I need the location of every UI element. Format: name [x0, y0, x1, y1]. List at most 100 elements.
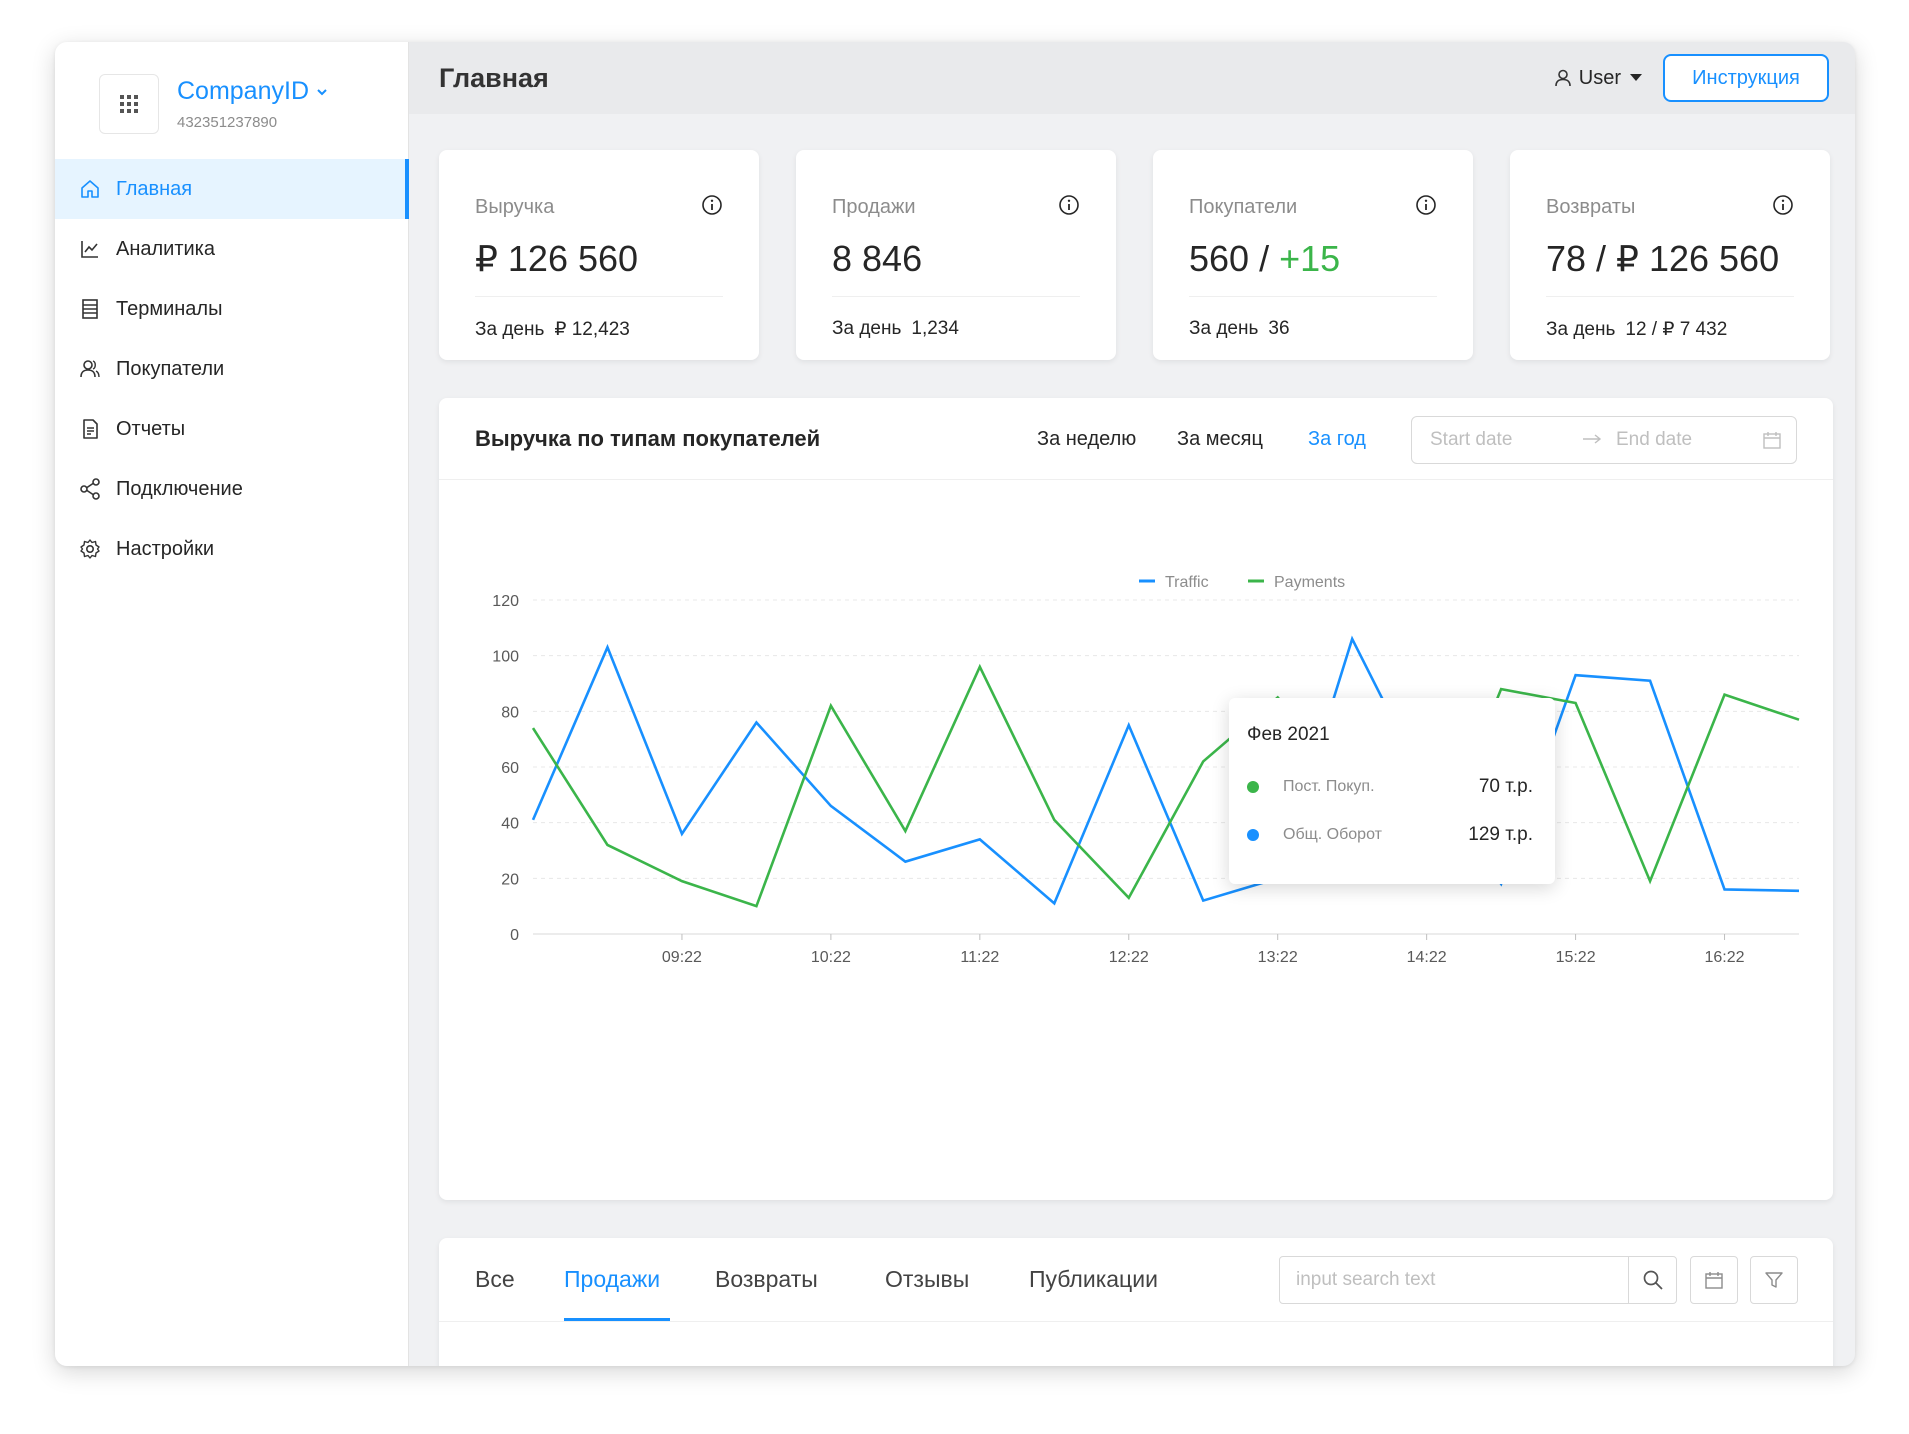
active-tab-indicator: [564, 1318, 670, 1321]
company-name[interactable]: CompanyID: [177, 77, 329, 106]
tooltip-row: Общ. Оборот 129 т.р.: [1247, 824, 1533, 846]
x-axis: 09:22 10:22 11:22 12:22 13:22 14:22 15:22 16:22: [662, 934, 1745, 966]
share-icon: [79, 478, 101, 500]
home-icon: [79, 178, 101, 200]
search-input[interactable]: [1280, 1257, 1628, 1303]
tooltip-row-value: 129 т.р.: [1468, 824, 1533, 845]
search-button[interactable]: [1628, 1257, 1676, 1303]
tab-all[interactable]: Все: [475, 1266, 515, 1293]
tab-publications[interactable]: Публикации: [1029, 1266, 1158, 1293]
search-icon: [1643, 1270, 1663, 1290]
stat-card-returns: Возвраты 78 / ₽ 126 560 За день 12 / ₽ 7 …: [1510, 150, 1830, 360]
stat-footer-label: За день: [1189, 318, 1259, 339]
terminal-icon: [79, 298, 101, 320]
stat-footer-value: ₽ 12,423: [554, 319, 630, 340]
stat-value-delta: +15: [1279, 238, 1341, 279]
x-tick-label: 10:22: [811, 949, 851, 966]
chevron-down-icon: [317, 88, 327, 95]
tab-sales[interactable]: Продажи: [564, 1266, 660, 1293]
y-tick-label: 120: [492, 593, 519, 610]
activity-panel: Все Продажи Возвраты Отзывы Публикации: [439, 1238, 1833, 1366]
y-tick-label: 0: [510, 927, 519, 944]
stat-value: 560 / +15: [1189, 238, 1340, 280]
tooltip-title: Фев 2021: [1247, 724, 1330, 745]
users-icon: [79, 358, 101, 380]
calendar-icon: [1705, 1272, 1723, 1289]
report-icon: [79, 418, 101, 440]
info-icon[interactable]: [701, 194, 723, 216]
blue-dot-icon: [1247, 829, 1259, 841]
help-button[interactable]: Инструкция: [1663, 54, 1829, 102]
apps-grid-icon[interactable]: [99, 74, 159, 134]
company-id: 432351237890: [177, 114, 278, 131]
sidebar-item-label: Покупатели: [116, 357, 225, 380]
divider: [475, 296, 723, 297]
stat-value: ₽ 126 560: [475, 238, 639, 279]
sidebar-item-settings[interactable]: Настройки: [55, 519, 409, 579]
line-chart: 0 20 40 60 80 100 120 09:22 10:22 11:22 12:22 13:2…: [492, 574, 1800, 966]
tab-reviews[interactable]: Отзывы: [885, 1266, 969, 1293]
sidebar-item-label: Подключение: [116, 477, 243, 500]
x-tick-label: 16:22: [1705, 949, 1745, 966]
sidebar-item-customers[interactable]: Покупатели: [55, 339, 409, 399]
sidebar-item-label: Настройки: [116, 537, 215, 560]
tooltip-row-name: Общ. Оборот: [1283, 826, 1382, 843]
chart-panel-title: Выручка по типам покупателей: [475, 426, 821, 451]
stat-label: Возвраты: [1546, 196, 1636, 218]
stat-footer: За день 12 / ₽ 7 432: [1546, 318, 1727, 341]
user-menu[interactable]: User: [1553, 67, 1643, 90]
stat-label: Продажи: [832, 196, 916, 218]
stat-footer-value: 36: [1268, 318, 1290, 339]
calendar-filter-button[interactable]: [1690, 1256, 1738, 1304]
divider: [1546, 296, 1794, 297]
x-tick-label: 12:22: [1109, 949, 1149, 966]
calendar-icon: [1763, 432, 1781, 449]
stat-value: 8 846: [832, 238, 923, 279]
sidebar-item-analytics[interactable]: Аналитика: [55, 219, 409, 279]
divider: [1189, 296, 1437, 297]
stat-card-revenue: Выручка ₽ 126 560 За день ₽ 12,423: [439, 150, 759, 360]
sidebar-item-label: Главная: [116, 177, 193, 200]
stat-footer: За день 1,234: [832, 318, 959, 340]
filter-button[interactable]: [1750, 1256, 1798, 1304]
start-date-input[interactable]: Start date: [1430, 429, 1512, 451]
x-tick-label: 14:22: [1407, 949, 1447, 966]
y-tick-label: 40: [501, 816, 519, 833]
stat-label: Покупатели: [1189, 196, 1298, 218]
period-month-button[interactable]: За месяц: [1177, 428, 1263, 451]
stat-footer-label: За день: [475, 319, 545, 340]
company-name-label: CompanyID: [177, 77, 309, 105]
company-switcher[interactable]: CompanyID 432351237890: [99, 74, 329, 134]
stat-footer: За день ₽ 12,423: [475, 318, 630, 341]
sidebar-item-label: Отчеты: [116, 417, 186, 440]
period-week-button[interactable]: За неделю: [1037, 428, 1136, 451]
series-line-traffic: [531, 635, 1800, 906]
info-icon[interactable]: [1415, 194, 1437, 216]
user-name: User: [1578, 66, 1621, 89]
search-box: [1279, 1256, 1677, 1304]
end-date-input[interactable]: End date: [1616, 429, 1692, 451]
sidebar-item-home[interactable]: Главная: [55, 159, 409, 219]
stat-card-sales: Продажи 8 846 За день 1,234: [796, 150, 1116, 360]
stat-footer: За день 36: [1189, 318, 1290, 340]
arrow-right-icon: [1583, 434, 1602, 444]
tooltip-row-value: 70 т.р.: [1478, 776, 1533, 797]
topbar: Главная User Инструкция: [409, 42, 1855, 114]
stat-footer-label: За день: [832, 318, 902, 339]
info-icon[interactable]: [1058, 194, 1080, 216]
info-icon[interactable]: [1772, 194, 1794, 216]
stat-value: 78 / ₽ 126 560: [1546, 238, 1780, 279]
stat-label: Выручка: [475, 196, 555, 218]
x-tick-label: 15:22: [1556, 949, 1596, 966]
sidebar-item-label: Терминалы: [116, 297, 223, 320]
date-range-picker[interactable]: Start date End date: [1411, 416, 1797, 464]
tab-returns[interactable]: Возвраты: [715, 1266, 818, 1293]
sidebar-item-connection[interactable]: Подключение: [55, 459, 409, 519]
period-year-button[interactable]: За год: [1308, 428, 1366, 451]
page-title: Главная: [439, 62, 549, 93]
y-tick-label: 60: [501, 760, 519, 777]
green-dot-icon: [1247, 781, 1259, 793]
revenue-chart-panel: Выручка по типам покупателей За неделю З…: [439, 398, 1833, 1200]
sidebar-item-terminals[interactable]: Терминалы: [55, 279, 409, 339]
sidebar-item-reports[interactable]: Отчеты: [55, 399, 409, 459]
